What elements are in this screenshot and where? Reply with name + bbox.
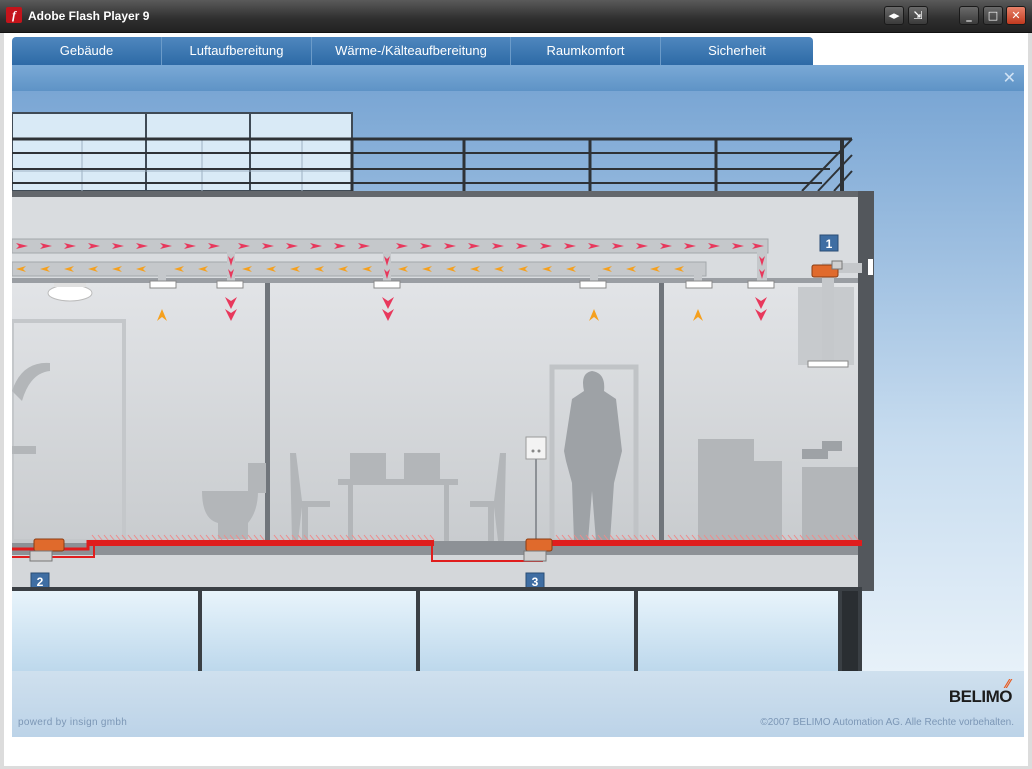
sub-navigation-bar: ✕ [12,65,1024,91]
title-bar: f Adobe Flash Player 9 ◂▸ ⇲ _ □ ✕ [0,0,1032,33]
marker-3[interactable]: 3 [525,572,545,590]
tab-waerme-kaelte[interactable]: Wärme-/Kälteaufbereitung [312,37,511,65]
close-button[interactable]: ✕ [1006,6,1026,25]
copyright-text: ©2007 BELIMO Automation AG. Alle Rechte … [760,717,1014,728]
ceiling-light [47,283,93,302]
footer-bar: ⁄⁄ BELIMO powerd by insign gmbh ©2007 BE… [12,671,1024,737]
bottom-margin [4,737,1028,766]
flash-player-window: f Adobe Flash Player 9 ◂▸ ⇲ _ □ ✕ Gebäud… [0,0,1032,769]
lower-glazing [12,587,862,671]
building-illustration: 1 2 3 [12,91,1024,671]
tab-raumkomfort[interactable]: Raumkomfort [511,37,661,65]
maximize-button[interactable]: □ [983,6,1003,25]
logo-text: BELIMO [948,687,1013,706]
tab-luftaufbereitung[interactable]: Luftaufbereitung [162,37,312,65]
marker-3-label: 3 [532,575,539,589]
minimize-button[interactable]: _ [959,6,979,25]
resize-icon[interactable]: ◂▸ [884,6,904,25]
close-icon[interactable]: ✕ [1003,68,1016,87]
marker-1[interactable]: 1 [819,234,839,252]
flash-content: Gebäude Luftaufbereitung Wärme-/Kälteauf… [4,33,1028,766]
powered-by-text[interactable]: powerd by insign gmbh [18,717,127,728]
marker-2[interactable]: 2 [30,572,50,590]
marker-2-label: 2 [37,575,44,589]
belimo-logo: ⁄⁄ BELIMO [942,677,1013,707]
tab-gebaeude[interactable]: Gebäude [12,37,162,65]
window-title: Adobe Flash Player 9 [28,9,150,23]
tab-sicherheit[interactable]: Sicherheit [661,37,813,65]
marker-1-label: 1 [826,237,833,251]
popout-icon[interactable]: ⇲ [908,6,928,25]
main-navigation: Gebäude Luftaufbereitung Wärme-/Kälteauf… [12,37,813,65]
flash-icon: f [6,7,22,23]
